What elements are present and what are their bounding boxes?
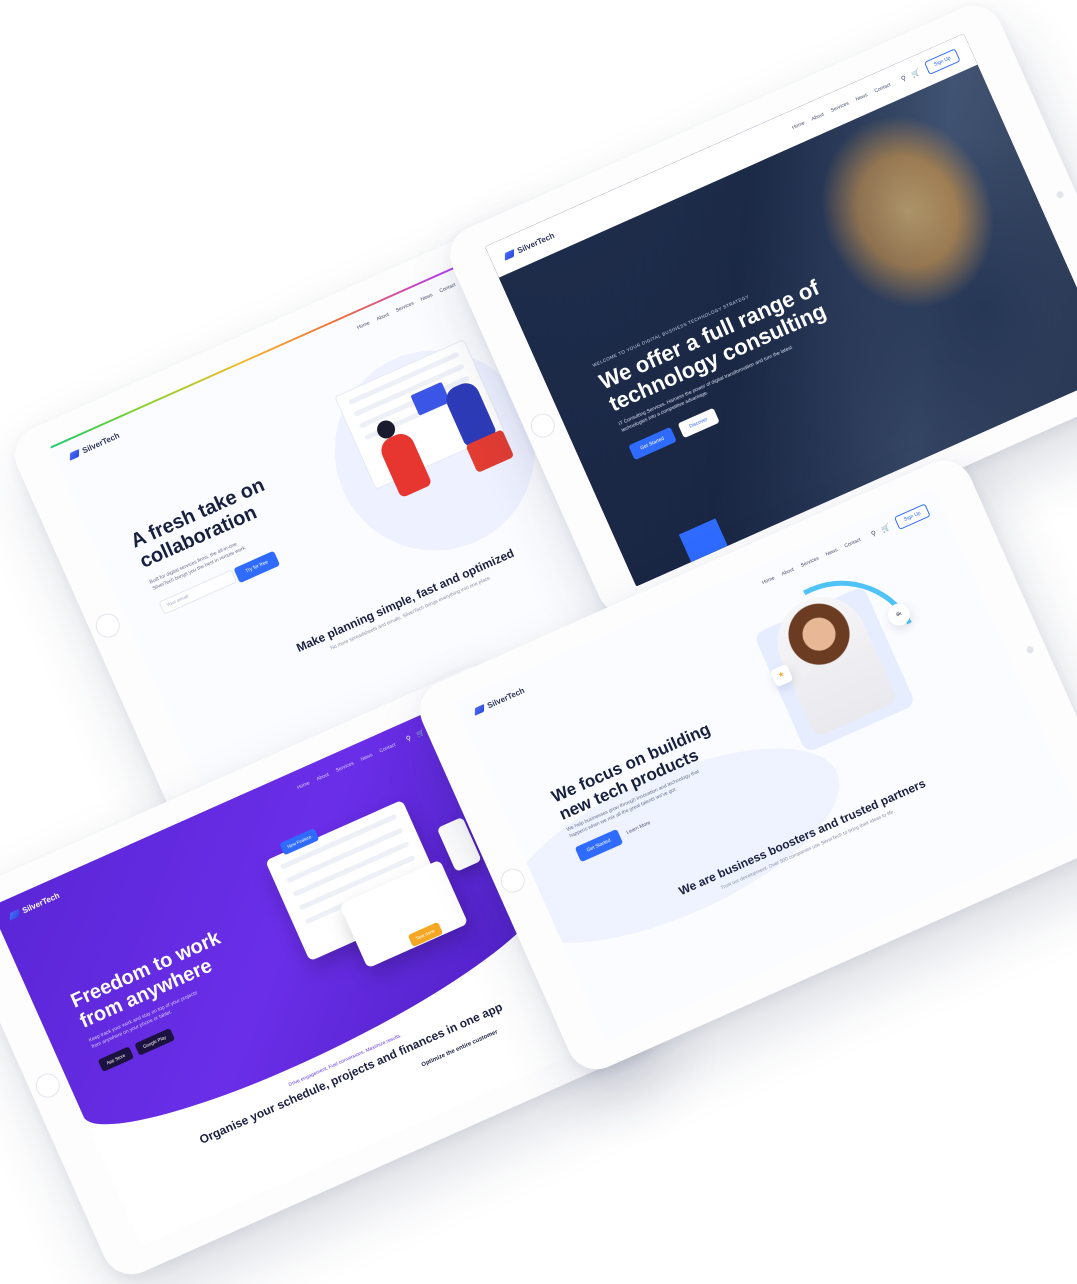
- menu-services[interactable]: Services: [830, 101, 850, 114]
- nav-icons: ⚲ 🛒: [870, 523, 891, 538]
- logo-icon: [69, 448, 79, 461]
- logo[interactable]: SilverTech: [473, 685, 526, 716]
- menu-home[interactable]: Home: [761, 575, 776, 586]
- menu-about[interactable]: About: [781, 567, 795, 578]
- menu-services[interactable]: Services: [800, 556, 820, 569]
- logo-icon: [504, 248, 514, 261]
- menu-home[interactable]: Home: [791, 120, 806, 131]
- menu-contact[interactable]: Contact: [844, 537, 862, 549]
- menu-contact[interactable]: Contact: [874, 82, 892, 94]
- cart-icon[interactable]: 🛒: [910, 68, 921, 79]
- menu-about[interactable]: About: [811, 112, 825, 123]
- logo-text: SilverTech: [485, 685, 526, 710]
- try-free-button[interactable]: Try for free: [233, 550, 281, 584]
- menu-contact[interactable]: Contact: [439, 282, 457, 294]
- logo-text: SilverTech: [80, 430, 121, 455]
- menu-news[interactable]: News: [855, 92, 869, 103]
- home-button[interactable]: [31, 1069, 64, 1102]
- menu-home[interactable]: Home: [296, 780, 311, 791]
- menu-services[interactable]: Services: [335, 761, 355, 774]
- cart-icon[interactable]: 🛒: [415, 728, 426, 739]
- nav-icons: ⚲ 🛒: [900, 68, 921, 83]
- signup-button[interactable]: Sign Up: [924, 48, 961, 75]
- logo-icon: [474, 703, 484, 716]
- cart-icon[interactable]: 🛒: [880, 523, 891, 534]
- nav-icons: ⚲ 🛒: [405, 728, 426, 743]
- home-button[interactable]: [526, 409, 559, 442]
- logo-icon: [9, 908, 19, 921]
- menu-about[interactable]: About: [376, 312, 390, 323]
- menu-contact[interactable]: Contact: [379, 742, 397, 754]
- camera-dot: [1055, 190, 1065, 200]
- home-button[interactable]: [496, 864, 529, 897]
- menu-news[interactable]: News: [420, 292, 434, 303]
- home-button[interactable]: [91, 609, 124, 642]
- camera-dot: [1025, 645, 1035, 655]
- menu-about[interactable]: About: [316, 772, 330, 783]
- search-icon[interactable]: ⚲: [405, 734, 413, 743]
- main-menu: Home About Services News Contact: [356, 282, 457, 331]
- menu-services[interactable]: Services: [395, 301, 415, 314]
- logo[interactable]: SilverTech: [68, 430, 121, 461]
- search-icon[interactable]: ⚲: [900, 74, 908, 83]
- menu-news[interactable]: News: [360, 752, 374, 763]
- signup-button[interactable]: Sign Up: [894, 503, 931, 530]
- menu-news[interactable]: News: [825, 547, 839, 558]
- main-menu: Home About Services News Contact: [761, 537, 862, 586]
- logo-text: SilverTech: [20, 890, 61, 915]
- search-icon[interactable]: ⚲: [870, 529, 878, 538]
- logo-text: SilverTech: [515, 230, 556, 255]
- screen-consulting: SilverTech Home About Services News Cont…: [484, 33, 1077, 587]
- menu-home[interactable]: Home: [356, 320, 371, 331]
